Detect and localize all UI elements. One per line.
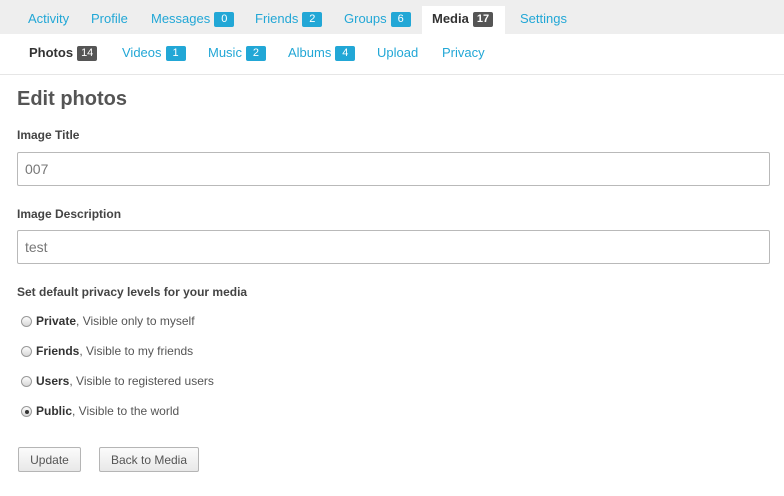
- nav-tab-label: Profile: [91, 11, 128, 26]
- image-description-input[interactable]: [17, 230, 770, 264]
- subnav-tab-label: Privacy: [442, 45, 485, 60]
- privacy-option-desc: , Visible to my friends: [79, 344, 194, 358]
- subnav-tab-videos[interactable]: Videos 1: [122, 45, 186, 61]
- count-badge: 0: [214, 12, 235, 27]
- back-to-media-button[interactable]: Back to Media: [99, 447, 199, 472]
- radio-button[interactable]: [21, 376, 32, 387]
- privacy-option-users[interactable]: Users, Visible to registered users: [21, 374, 214, 388]
- privacy-option-friends[interactable]: Friends, Visible to my friends: [21, 344, 193, 358]
- subnav-tab-music[interactable]: Music 2: [208, 45, 266, 61]
- main-nav: Activity Profile Messages 0 Friends 2 Grou…: [0, 0, 784, 34]
- page-title: Edit photos: [17, 88, 127, 110]
- nav-tab-friends[interactable]: Friends 2: [245, 6, 332, 34]
- privacy-option-public[interactable]: Public, Visible to the world: [21, 404, 179, 418]
- image-title-label: Image Title: [17, 128, 80, 142]
- update-button[interactable]: Update: [18, 447, 81, 472]
- subnav-tab-label: Music: [208, 45, 242, 60]
- nav-tab-label: Friends: [255, 11, 299, 26]
- nav-tab-label: Messages: [151, 11, 211, 26]
- subnav-tab-label: Albums: [288, 45, 332, 60]
- privacy-option-name: Friends: [36, 344, 80, 358]
- nav-tab-profile[interactable]: Profile: [81, 6, 138, 34]
- nav-tab-settings[interactable]: Settings: [510, 6, 577, 34]
- privacy-label: Set default privacy levels for your medi…: [17, 285, 248, 299]
- count-badge: 2: [302, 12, 323, 27]
- nav-tab-messages[interactable]: Messages 0: [141, 6, 244, 34]
- image-title-input[interactable]: [17, 152, 770, 186]
- subnav-tab-photos[interactable]: Photos 14: [29, 45, 98, 61]
- radio-button[interactable]: [21, 316, 32, 327]
- subnav-tab-label: Photos: [29, 45, 74, 60]
- privacy-option-desc: , Visible only to myself: [76, 314, 195, 328]
- privacy-option-desc: , Visible to registered users: [69, 374, 214, 388]
- subnav-tab-albums[interactable]: Albums 4: [288, 45, 356, 61]
- nav-tab-label: Media: [432, 11, 469, 26]
- nav-tab-media[interactable]: Media 17: [422, 6, 505, 34]
- count-badge: 17: [472, 12, 494, 27]
- privacy-option-name: Public: [36, 404, 73, 418]
- count-badge: 1: [165, 46, 186, 61]
- nav-tab-groups[interactable]: Groups 6: [334, 6, 421, 34]
- subnav-tab-label: Upload: [377, 45, 419, 60]
- privacy-option-name: Private: [36, 314, 77, 328]
- radio-button-checked[interactable]: [21, 406, 32, 417]
- subnav-tab-upload[interactable]: Upload: [377, 45, 418, 60]
- nav-tab-label: Settings: [520, 11, 567, 26]
- subnav-tab-label: Videos: [122, 45, 162, 60]
- count-badge: 14: [77, 46, 98, 61]
- privacy-option-name: Users: [36, 374, 70, 388]
- count-badge: 4: [335, 46, 356, 61]
- subnav-tab-privacy[interactable]: Privacy: [442, 45, 485, 60]
- count-badge: 2: [245, 46, 266, 61]
- count-badge: 6: [390, 12, 411, 27]
- radio-button[interactable]: [21, 346, 32, 357]
- nav-tab-label: Activity: [28, 11, 70, 26]
- image-description-label: Image Description: [17, 207, 122, 221]
- nav-tab-activity[interactable]: Activity: [18, 6, 79, 34]
- privacy-option-desc: , Visible to the world: [72, 404, 180, 418]
- media-subnav: Photos 14 Videos 1 Music 2 Albums 4 Upload P…: [0, 34, 784, 75]
- privacy-option-private[interactable]: Private, Visible only to myself: [21, 314, 195, 328]
- nav-tab-label: Groups: [344, 11, 387, 26]
